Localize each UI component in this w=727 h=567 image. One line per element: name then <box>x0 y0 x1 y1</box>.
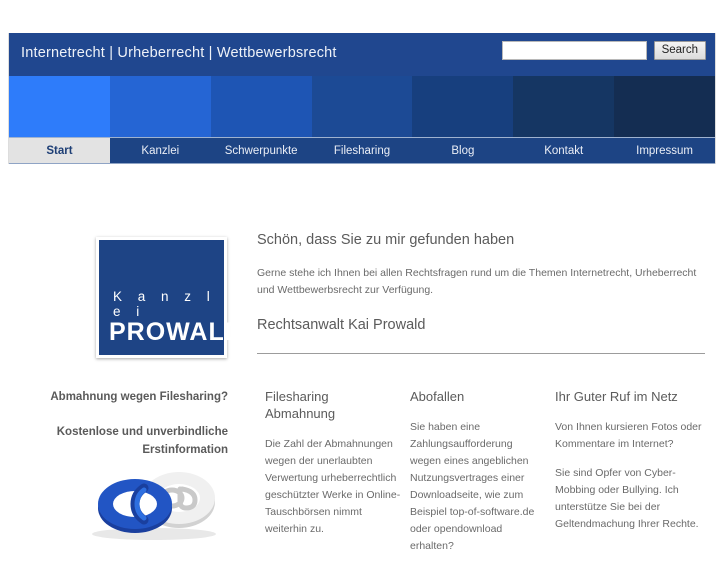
banner-block <box>210 76 312 137</box>
search-input[interactable] <box>501 41 647 60</box>
intro-paragraph: Gerne stehe ich Ihnen bei allen Rechtsfr… <box>257 267 697 296</box>
banner-block <box>311 76 413 137</box>
teaser-heading: Abofallen <box>410 389 465 404</box>
banner-block <box>9 76 110 137</box>
teaser-columns: Abmahnung wegen Filesharing? Kostenlose … <box>0 353 706 552</box>
promo-line-2: Kostenlose und unverbindliche Erstinform… <box>56 426 228 456</box>
page-container: Internetrecht | Urheberrecht | Wettbewer… <box>8 33 716 164</box>
teaser-heading: Filesharing Abmahnung <box>265 389 336 421</box>
main-navigation: Start Kanzlei Schwerpunkte Filesharing B… <box>9 137 715 164</box>
lawyer-name: Rechtsanwalt Kai Prowald <box>257 317 426 333</box>
nav-item-filesharing[interactable]: Filesharing <box>312 138 413 163</box>
logo-line-kanzlei: K a n z l e i <box>113 289 216 319</box>
site-header: Internetrecht | Urheberrecht | Wettbewer… <box>9 33 715 76</box>
promo-block: Abmahnung wegen Filesharing? Kostenlose … <box>32 388 228 459</box>
teaser-body: Sie sind Opfer von Cyber-Mobbing oder Bu… <box>555 467 699 530</box>
banner-block <box>109 76 211 137</box>
search-form: Search <box>501 41 706 60</box>
logo-line-prowald: PROWALD <box>109 318 244 346</box>
nav-item-impressum[interactable]: Impressum <box>614 138 715 163</box>
nav-item-blog[interactable]: Blog <box>412 138 513 163</box>
teaser-body: Sie haben eine Zahlungsaufforderung wege… <box>410 421 535 552</box>
banner-block <box>614 76 716 137</box>
teaser-body: Die Zahl der Abmahnungen wegen der unerl… <box>265 438 401 535</box>
promo-line-1: Abmahnung wegen Filesharing? <box>50 391 228 403</box>
teaser-heading: Ihr Guter Ruf im Netz <box>555 389 678 404</box>
page-title: Internetrecht | Urheberrecht | Wettbewer… <box>21 45 337 61</box>
banner-block <box>412 76 514 137</box>
nav-item-kanzlei[interactable]: Kanzlei <box>110 138 211 163</box>
phone-at-graphic <box>82 468 232 540</box>
teaser-abofallen: Abofallen Sie haben eine Zahlungsaufford… <box>410 388 546 567</box>
banner-block <box>513 76 615 137</box>
teaser-body: Von Ihnen kursieren Fotos oder Kommentar… <box>555 421 702 450</box>
nav-item-start[interactable]: Start <box>9 138 110 163</box>
teaser-guter-ruf: Ihr Guter Ruf im Netz Von Ihnen kursiere… <box>555 388 705 545</box>
intro-section: Schön, dass Sie zu mir gefunden haben Ge… <box>257 232 705 334</box>
intro-heading: Schön, dass Sie zu mir gefunden haben <box>257 232 515 248</box>
search-button[interactable]: Search <box>653 41 706 60</box>
teaser-filesharing: Filesharing Abmahnung Die Zahl der Abmah… <box>265 388 401 550</box>
nav-item-schwerpunkte[interactable]: Schwerpunkte <box>211 138 312 163</box>
kanzlei-prowald-logo: K a n z l e i PROWALD <box>96 237 243 358</box>
phone-at-icon <box>92 472 216 540</box>
banner-strip <box>9 76 716 137</box>
nav-item-kontakt[interactable]: Kontakt <box>513 138 614 163</box>
